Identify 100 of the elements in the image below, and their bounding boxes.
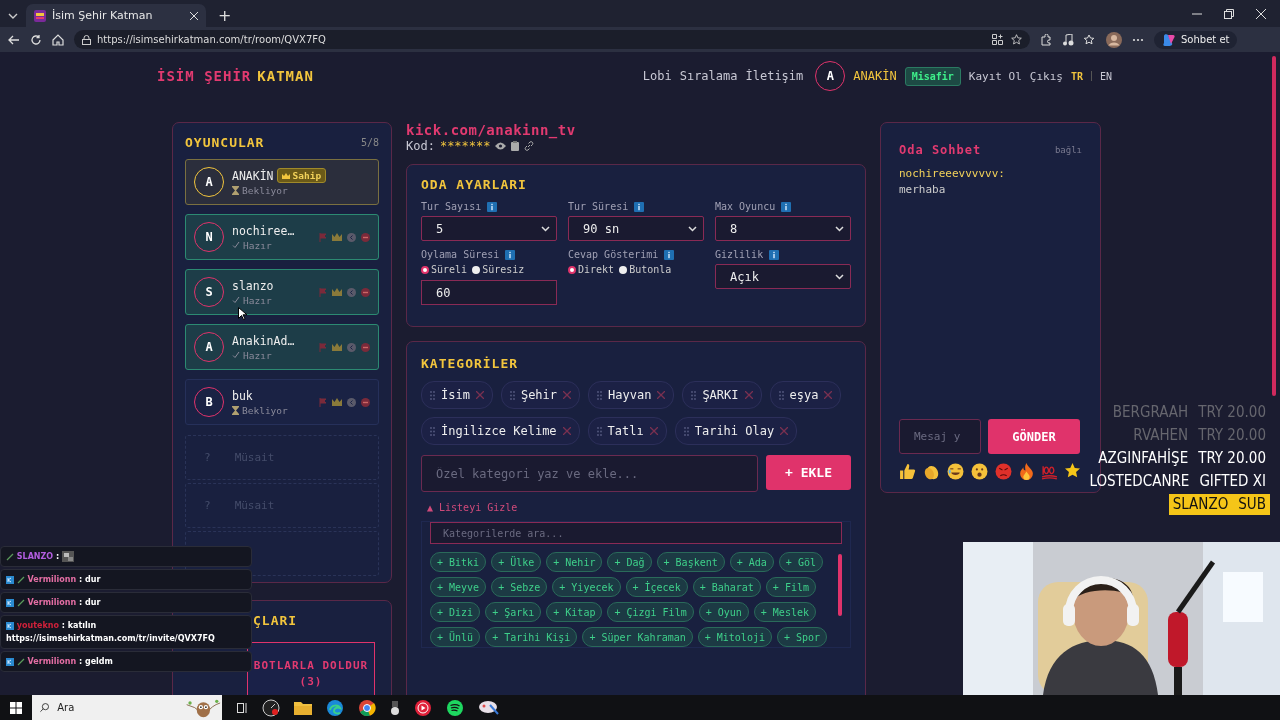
browser-tab[interactable]: İsim Şehir Katman bbox=[26, 4, 206, 27]
tricolor-circle-icon[interactable] bbox=[358, 698, 376, 717]
suggestion-chip[interactable]: + Süper Kahraman bbox=[582, 627, 693, 647]
nav-link[interactable]: Sıralama bbox=[679, 69, 738, 83]
drag-handle-icon[interactable] bbox=[596, 426, 602, 436]
suggestion-chip[interactable]: + Ünlü bbox=[430, 627, 481, 647]
link-icon[interactable] bbox=[524, 141, 535, 151]
add-button[interactable]: + EKLE bbox=[766, 455, 851, 490]
clipboard-icon[interactable] bbox=[511, 141, 520, 151]
suggestion-chip[interactable]: + Ada bbox=[729, 552, 774, 572]
play-icon[interactable] bbox=[414, 698, 432, 717]
eye-icon[interactable] bbox=[495, 142, 507, 150]
restore-icon[interactable] bbox=[1224, 8, 1234, 19]
info-icon[interactable] bbox=[487, 201, 498, 212]
nav-link[interactable]: Lobi bbox=[642, 69, 672, 83]
suggestion-chip[interactable]: + Sebze bbox=[491, 577, 548, 597]
category-chip[interactable]: Şehir bbox=[500, 381, 581, 409]
apps-icon[interactable] bbox=[992, 34, 1003, 45]
ban-icon[interactable] bbox=[361, 397, 370, 407]
more-icon[interactable] bbox=[1132, 37, 1144, 42]
reload-icon[interactable] bbox=[30, 33, 42, 46]
info-icon[interactable] bbox=[664, 249, 675, 260]
new-tab-button[interactable]: + bbox=[212, 4, 238, 27]
fire-icon[interactable] bbox=[1019, 463, 1034, 480]
crown-icon[interactable] bbox=[332, 233, 342, 241]
drag-handle-icon[interactable] bbox=[597, 390, 603, 400]
logo-text[interactable]: İSİM ŞEHİR bbox=[157, 68, 252, 84]
hide-list-toggle[interactable]: ▲ Listeyi Gizle bbox=[427, 502, 518, 513]
suggestion-chip[interactable]: + Şarkı bbox=[485, 602, 542, 622]
info-icon[interactable] bbox=[505, 249, 516, 260]
media-icon[interactable] bbox=[1062, 33, 1074, 46]
suggestion-chip[interactable]: + Oyun bbox=[698, 602, 749, 622]
ban-icon[interactable] bbox=[361, 232, 370, 242]
suggestion-chip[interactable]: + Meyve bbox=[430, 577, 487, 597]
search-box[interactable]: Ara bbox=[32, 695, 222, 720]
logo-text[interactable]: KATMAN bbox=[257, 68, 314, 84]
suggestion-chip[interactable]: + Başkent bbox=[656, 552, 725, 572]
category-input[interactable]: Özel kategori yaz ve ekle... bbox=[421, 455, 758, 492]
chat-link[interactable]: https://isimsehirkatman.com/tr/invite/QVX7FQ bbox=[6, 633, 246, 644]
info-icon[interactable] bbox=[781, 201, 792, 212]
angry-face-icon[interactable] bbox=[995, 463, 1012, 480]
nav-link[interactable]: İletişim bbox=[745, 69, 804, 83]
scrollbar[interactable] bbox=[838, 554, 842, 616]
language-option[interactable]: TR bbox=[1070, 70, 1083, 82]
swirl-icon[interactable] bbox=[326, 698, 344, 717]
avatar-icon[interactable] bbox=[1106, 31, 1122, 48]
radio-button[interactable] bbox=[619, 265, 628, 274]
home-icon[interactable] bbox=[52, 33, 64, 46]
category-chip[interactable]: İsim bbox=[421, 381, 493, 409]
category-chip[interactable]: İngilizce Kelime bbox=[421, 417, 580, 445]
star-icon[interactable] bbox=[1065, 463, 1080, 478]
suggestion-chip[interactable]: + Spor bbox=[776, 627, 828, 647]
room-link[interactable]: kick.com/anakinn_tv bbox=[406, 122, 866, 138]
category-search-field[interactable]: Kategorilerde ara... bbox=[430, 522, 842, 544]
suggestion-chip[interactable]: + Nehir bbox=[546, 552, 603, 572]
suggestion-chip[interactable]: + Çizgi Film bbox=[607, 602, 694, 622]
suggestion-chip[interactable]: + Kitap bbox=[546, 602, 603, 622]
dropdown[interactable]: 8 bbox=[715, 216, 851, 241]
suggestion-chip[interactable]: + İçecek bbox=[625, 577, 688, 597]
dropdown[interactable]: 5 bbox=[421, 216, 557, 241]
suggestion-chip[interactable]: + Mitoloji bbox=[697, 627, 772, 647]
close-icon[interactable] bbox=[1256, 8, 1266, 19]
language-option[interactable]: EN bbox=[1099, 70, 1112, 82]
gauge-icon[interactable] bbox=[262, 698, 280, 717]
folder-icon[interactable] bbox=[294, 699, 312, 716]
close-icon[interactable] bbox=[190, 11, 198, 20]
drag-handle-icon[interactable] bbox=[509, 390, 515, 400]
paint-brush-icon[interactable] bbox=[478, 698, 500, 717]
suggestion-chip[interactable]: + Tarihi Kişi bbox=[485, 627, 578, 647]
category-chip[interactable]: ŞARKI bbox=[682, 381, 762, 409]
sound-waves-icon[interactable] bbox=[446, 698, 464, 717]
crown-icon[interactable] bbox=[332, 343, 342, 351]
message-field[interactable]: Mesaj y bbox=[899, 419, 981, 454]
suggestion-chip[interactable]: + Baharat bbox=[692, 577, 761, 597]
suggestion-chip[interactable]: + Film bbox=[765, 577, 816, 597]
star-icon[interactable] bbox=[1011, 34, 1022, 45]
suggestion-chip[interactable]: + Yiyecek bbox=[552, 577, 621, 597]
radio-button[interactable] bbox=[421, 265, 429, 274]
drag-handle-icon[interactable] bbox=[430, 426, 435, 436]
taskbar-search-field[interactable]: Ara bbox=[55, 701, 180, 714]
suggestion-chip[interactable]: + Ülke bbox=[491, 552, 542, 572]
ban-icon[interactable] bbox=[361, 287, 370, 297]
suggestion-chip[interactable]: + Meslek bbox=[753, 602, 816, 622]
favorites-icon[interactable] bbox=[1084, 33, 1096, 46]
register-link[interactable]: Kayıt Ol bbox=[968, 69, 1022, 83]
category-chip[interactable]: Tarihi Olay bbox=[674, 417, 798, 445]
category-chip[interactable]: eşya bbox=[769, 381, 842, 409]
suggestion-chip[interactable]: + Dizi bbox=[430, 602, 481, 622]
suggestion-chip[interactable]: + Bitki bbox=[430, 552, 487, 572]
task-view-icon[interactable] bbox=[236, 701, 248, 714]
suggestion-chip[interactable]: + Dağ bbox=[607, 552, 652, 572]
scrollbar[interactable] bbox=[1272, 56, 1276, 396]
crown-icon[interactable] bbox=[332, 398, 342, 406]
drag-handle-icon[interactable] bbox=[430, 390, 435, 400]
copilot-button[interactable]: Sohbet et bbox=[1154, 30, 1238, 49]
back-icon[interactable] bbox=[8, 33, 20, 46]
laughing-face-icon[interactable] bbox=[947, 463, 964, 480]
info-icon[interactable] bbox=[634, 201, 645, 212]
info-icon[interactable] bbox=[769, 249, 780, 260]
radio-button[interactable] bbox=[568, 265, 576, 274]
